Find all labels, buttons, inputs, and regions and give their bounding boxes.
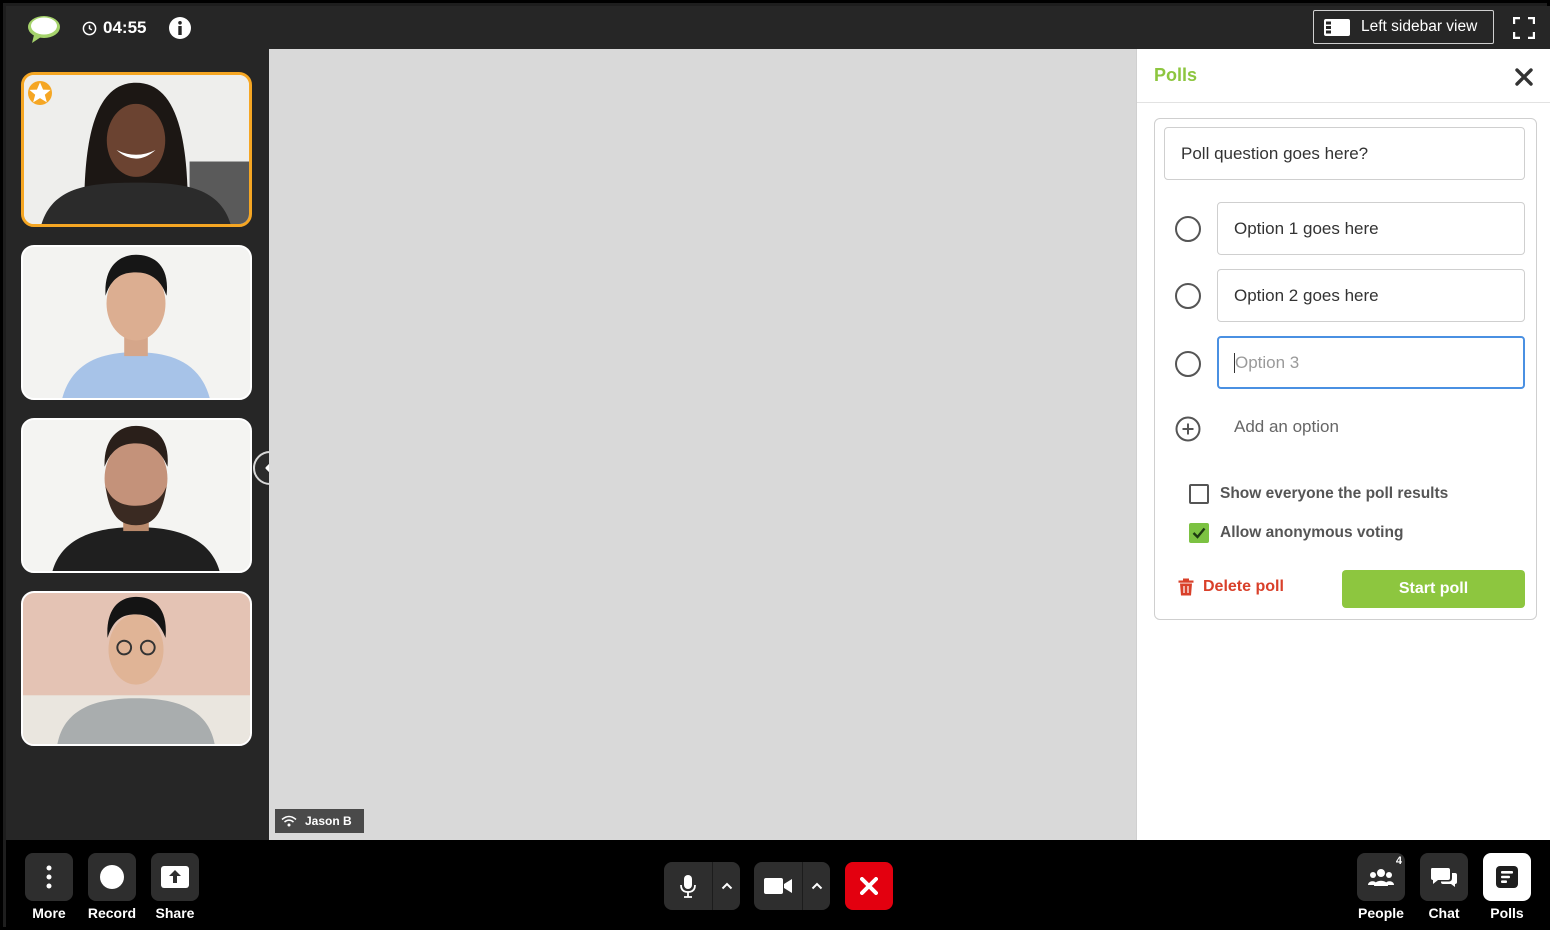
option-2-input[interactable]: Option 2 goes here: [1217, 269, 1525, 322]
delete-poll-button[interactable]: Delete poll: [1178, 578, 1284, 596]
speaker-name: Jason B: [305, 814, 352, 828]
chevron-up-icon: [721, 882, 732, 890]
timer-value: 04:55: [103, 18, 147, 37]
chat-label: Chat: [1428, 905, 1460, 921]
info-icon[interactable]: [168, 16, 192, 40]
anonymous-voting-checkbox[interactable]: [1189, 523, 1209, 543]
polls-button[interactable]: [1483, 853, 1531, 901]
option-2-value: Option 2 goes here: [1234, 285, 1379, 305]
show-results-label: Show everyone the poll results: [1220, 485, 1449, 502]
people-button[interactable]: 4: [1357, 853, 1405, 901]
people-label: People: [1358, 905, 1404, 921]
host-badge: [28, 81, 52, 105]
option-1-radio[interactable]: [1175, 216, 1201, 242]
share-button[interactable]: [151, 853, 199, 901]
microphone-button[interactable]: [664, 862, 712, 910]
participant-video-2: [23, 247, 250, 398]
participant-tile-3[interactable]: [21, 418, 252, 573]
participant-video-3: [23, 420, 250, 571]
share-label: Share: [155, 905, 195, 921]
panel-title: Polls: [1154, 65, 1198, 85]
show-results-row: Show everyone the poll results: [1189, 484, 1448, 504]
sidebar-layout-icon: [1324, 18, 1350, 36]
option-1-input[interactable]: Option 1 goes here: [1217, 202, 1525, 255]
option-3-input[interactable]: Option 3: [1217, 336, 1525, 389]
polls-icon: [1496, 866, 1518, 888]
bottom-toolbar: More Record Share 4 People Chat Polls: [6, 840, 1550, 930]
polls-panel-header: Polls: [1137, 49, 1550, 103]
top-bar: 04:55 Left sidebar view: [6, 6, 1550, 49]
camera-control: [754, 862, 830, 910]
fullscreen-icon[interactable]: [1513, 17, 1535, 39]
delete-poll-label: Delete poll: [1203, 578, 1284, 595]
more-label: More: [32, 905, 66, 921]
participants-sidebar: [6, 49, 269, 840]
poll-question-value: Poll question goes here?: [1181, 143, 1369, 163]
participant-video-1: [24, 75, 249, 224]
people-count-badge: 4: [1395, 855, 1402, 867]
microphone-options-button[interactable]: [712, 862, 740, 910]
close-icon[interactable]: [1515, 68, 1533, 86]
main-video-stage: Jason B: [269, 49, 1136, 840]
option-3-placeholder: Option 3: [1235, 352, 1300, 372]
record-button[interactable]: [88, 853, 136, 901]
wifi-icon: [281, 815, 297, 827]
anonymous-voting-label: Allow anonymous voting: [1220, 524, 1404, 541]
microphone-icon: [680, 875, 696, 898]
camera-options-button[interactable]: [802, 862, 830, 910]
participant-video-4: [23, 593, 250, 744]
option-1-value: Option 1 goes here: [1234, 218, 1379, 238]
polls-panel: Polls Poll question goes here? Option 1 …: [1136, 49, 1550, 840]
show-results-checkbox[interactable]: [1189, 484, 1209, 504]
record-label: Record: [87, 905, 137, 921]
option-2-radio[interactable]: [1175, 283, 1201, 309]
participant-tile-host[interactable]: [21, 72, 252, 227]
plus-circle-icon[interactable]: [1175, 416, 1201, 442]
layout-view-label: Left sidebar view: [1361, 18, 1478, 35]
microphone-control: [664, 862, 740, 910]
video-camera-icon: [764, 878, 792, 894]
people-icon: [1368, 869, 1394, 886]
check-icon: [1192, 527, 1206, 539]
chevron-up-icon: [811, 882, 822, 890]
call-timer: 04:55: [82, 17, 146, 39]
camera-button[interactable]: [754, 862, 802, 910]
chat-logo-icon: [28, 16, 60, 43]
option-3-radio[interactable]: [1175, 351, 1201, 377]
more-vertical-icon: [46, 865, 52, 889]
start-poll-button[interactable]: Start poll: [1342, 570, 1525, 608]
more-button[interactable]: [25, 853, 73, 901]
speaker-name-tag: Jason B: [275, 809, 364, 833]
anonymous-voting-row: Allow anonymous voting: [1189, 523, 1403, 543]
layout-view-button[interactable]: Left sidebar view: [1313, 10, 1494, 44]
end-call-button[interactable]: [845, 862, 893, 910]
add-option-button[interactable]: Add an option: [1234, 417, 1339, 437]
trash-icon: [1178, 578, 1194, 596]
clock-icon: [82, 21, 97, 35]
end-call-icon: [860, 877, 878, 895]
participant-tile-2[interactable]: [21, 245, 252, 400]
start-poll-label: Start poll: [1398, 580, 1469, 597]
chat-icon: [1431, 868, 1457, 887]
share-upload-icon: [161, 866, 189, 888]
video-call-app: 04:55 Left sidebar view Jason B Polls Po…: [0, 0, 1550, 930]
star-icon: [29, 82, 51, 103]
polls-label: Polls: [1490, 905, 1524, 921]
poll-question-input[interactable]: Poll question goes here?: [1164, 127, 1525, 180]
chat-button[interactable]: [1420, 853, 1468, 901]
poll-editor-card: Poll question goes here? Option 1 goes h…: [1154, 118, 1537, 620]
participant-tile-4[interactable]: [21, 591, 252, 746]
record-icon: [100, 865, 124, 889]
